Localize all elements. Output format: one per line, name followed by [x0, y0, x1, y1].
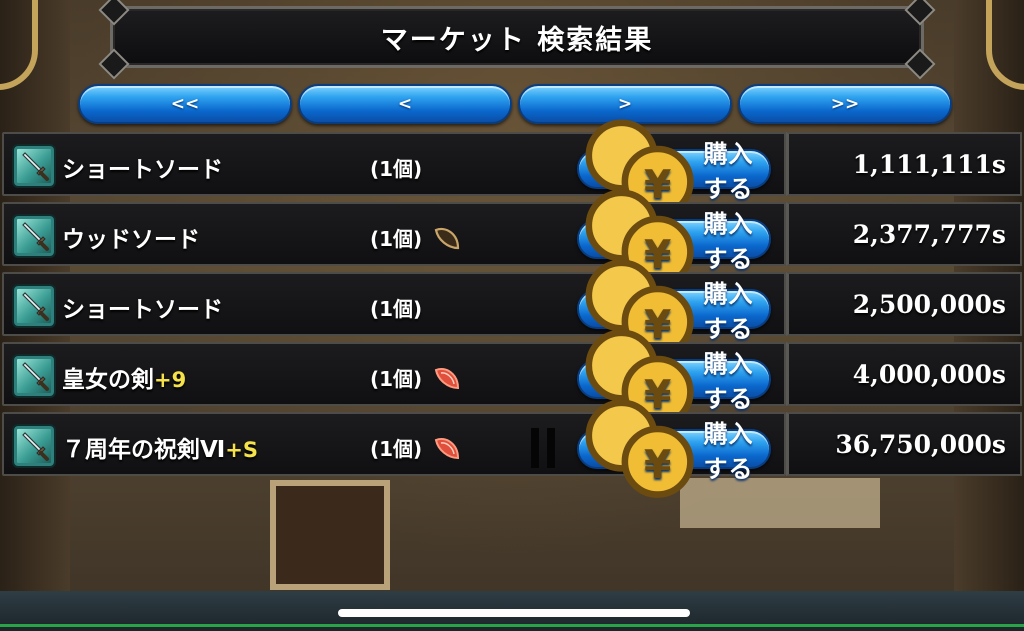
- item-thumbnail[interactable]: [14, 426, 54, 466]
- market-row: 皇女の剣+9 (1個) ¥ 購入する 4,000,000s: [0, 329, 1024, 429]
- last-page-button[interactable]: >>: [738, 84, 952, 124]
- background-signboard: [270, 480, 390, 590]
- item-thumbnail[interactable]: [14, 286, 54, 326]
- item-name: ショートソード: [62, 290, 223, 324]
- title-plate: マーケット 検索結果: [98, 0, 936, 80]
- sword-icon: [22, 362, 49, 391]
- sword-icon: [22, 152, 49, 181]
- item-name-text: ショートソード: [62, 157, 223, 183]
- buy-button-label: 購入する: [703, 210, 754, 273]
- item-panel: ７周年の祝剣Ⅵ+S (1個) ¥ 購入する: [2, 399, 786, 499]
- coin-icon: ¥: [585, 399, 694, 499]
- market-result-list: ショートソード (1個) ¥ 購入する 1,111,111s ウッドソード (1個) ¥ 購入す…: [0, 119, 1024, 499]
- sword-icon: [22, 222, 49, 251]
- background-banner: [680, 478, 880, 528]
- item-name-text: ７周年の祝剣Ⅵ: [62, 437, 226, 463]
- first-page-button[interactable]: <<: [78, 84, 292, 124]
- item-name-text: ショートソード: [62, 297, 223, 323]
- item-quantity: (1個): [370, 297, 423, 321]
- sword-icon: [22, 292, 49, 321]
- buy-button-label: 購入する: [703, 420, 754, 483]
- item-enhance-level: +S: [225, 438, 259, 462]
- item-name: ショートソード: [62, 150, 223, 184]
- price-panel: 2,377,777s: [786, 202, 1022, 266]
- market-row: ウッドソード (1個) ¥ 購入する 2,377,777s: [0, 189, 1024, 289]
- market-row: ショートソード (1個) ¥ 購入する 2,500,000s: [0, 259, 1024, 359]
- buy-button-label: 購入する: [703, 280, 754, 343]
- svg-text:¥: ¥: [644, 443, 671, 488]
- item-price: 36,750,000s: [835, 430, 1006, 459]
- brown-gem-icon: [434, 227, 460, 250]
- item-thumbnail[interactable]: [14, 216, 54, 256]
- red-gem-icon: [434, 368, 460, 390]
- item-name: ウッドソード: [62, 220, 200, 254]
- price-panel: 2,500,000s: [786, 272, 1022, 336]
- market-row: ７周年の祝剣Ⅵ+S (1個) ¥ 購入する 36,750,000s: [0, 399, 1024, 499]
- market-row: ショートソード (1個) ¥ 購入する 1,111,111s: [0, 119, 1024, 219]
- item-quantity: (1個): [370, 367, 423, 391]
- price-panel: 1,111,111s: [786, 132, 1022, 196]
- red-gem-icon: [434, 438, 460, 460]
- pagination: << < > >>: [78, 84, 952, 126]
- prev-page-button[interactable]: <: [298, 84, 512, 124]
- sword-icon: [22, 432, 49, 461]
- background-strip: [0, 624, 1024, 627]
- item-price: 1,111,111s: [852, 150, 1006, 179]
- item-thumbnail[interactable]: [14, 356, 54, 396]
- price-panel: 36,750,000s: [786, 412, 1022, 476]
- item-name-text: ウッドソード: [62, 227, 200, 253]
- price-panel: 4,000,000s: [786, 342, 1022, 406]
- item-name: 皇女の剣+9: [62, 360, 186, 394]
- item-name: ７周年の祝剣Ⅵ+S: [62, 430, 258, 464]
- buy-button-label: 購入する: [703, 140, 754, 203]
- home-indicator[interactable]: [338, 609, 690, 617]
- pause-icon[interactable]: [531, 428, 557, 468]
- item-name-text: 皇女の剣: [62, 367, 154, 393]
- item-quantity: (1個): [370, 437, 423, 461]
- buy-button-label: 購入する: [703, 350, 754, 413]
- item-quantity: (1個): [370, 227, 423, 251]
- item-price: 2,377,777s: [852, 220, 1006, 249]
- item-quantity: (1個): [370, 157, 423, 181]
- item-price: 2,500,000s: [852, 290, 1006, 319]
- item-thumbnail[interactable]: [14, 146, 54, 186]
- item-enhance-level: +9: [154, 368, 187, 392]
- buy-button[interactable]: ¥ 購入する: [577, 399, 771, 499]
- page-title: マーケット 検索結果: [380, 24, 654, 56]
- item-price: 4,000,000s: [852, 360, 1006, 389]
